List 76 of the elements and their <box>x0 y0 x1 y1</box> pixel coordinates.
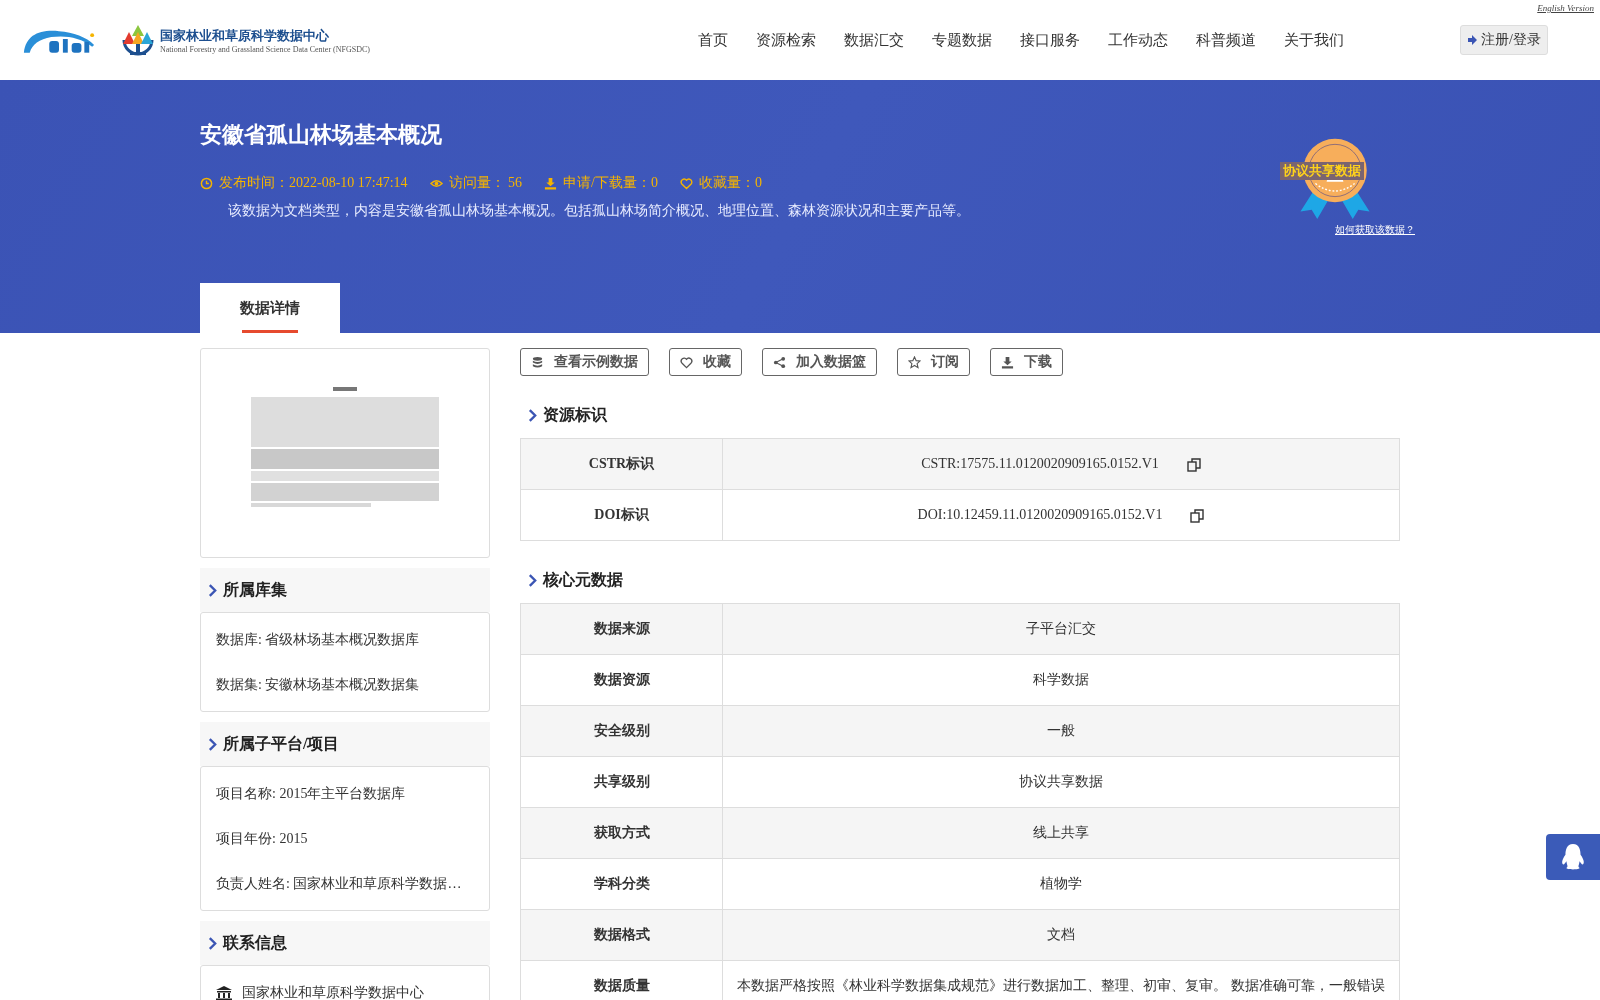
bank-icon <box>216 985 232 1000</box>
info-text: 数据集: 安徽林场基本概况数据集 <box>216 675 420 694</box>
row-label: 数据资源 <box>520 654 723 706</box>
section-title: 所属库集 <box>223 579 287 600</box>
nav-link[interactable]: 资源检索 <box>755 30 816 50</box>
table-cell: 子平台汇交 <box>722 603 1400 655</box>
dataset-title: 安徽省孤山林场基本概况 <box>200 121 443 149</box>
meta-text: 收藏量：0 <box>699 174 762 192</box>
star-icon <box>908 355 921 369</box>
action-button[interactable]: 加入数据篮 <box>762 348 877 376</box>
meta-text: 申请/下载量：0 <box>563 174 658 192</box>
info-text: 数据库: 省级林场基本概况数据库 <box>216 630 420 649</box>
english-version-link[interactable]: English Version <box>1537 3 1594 13</box>
nav-link[interactable]: 关于我们 <box>1283 30 1344 50</box>
chevron-icon <box>208 936 217 950</box>
info-text: 负责人姓名: 国家林业和草原科学数据… <box>216 874 462 893</box>
badge-label: 协议共享数据 <box>1280 162 1364 180</box>
table-cell: 科学数据 <box>722 654 1400 706</box>
table-cell: 协议共享数据 <box>722 756 1400 808</box>
row-label: 学科分类 <box>520 858 723 910</box>
nav-link[interactable]: 接口服务 <box>1019 30 1080 50</box>
nav-link[interactable]: 专题数据 <box>931 30 992 50</box>
action-button[interactable]: 收藏 <box>669 348 742 376</box>
table-cell: 本数据严格按照《林业科学数据集成规范》进行数据加工、整理、初审、复审。 数据准确可靠，一般错误 <box>722 960 1400 1000</box>
nav-link[interactable]: 科普频道 <box>1195 30 1256 50</box>
section-title: 资源标识 <box>543 404 607 425</box>
site-name: 国家林业和草原科学数据中心 <box>160 26 330 45</box>
meta-text: 访问量： 56 <box>448 174 523 192</box>
action-button[interactable]: 查看示例数据 <box>520 348 649 376</box>
tab[interactable]: 数据详情 <box>200 283 340 333</box>
table-cell: 植物学 <box>722 858 1400 910</box>
info-text: 国家林业和草原科学数据中心 <box>242 983 424 1000</box>
nav-link[interactable]: 数据汇交 <box>843 30 904 50</box>
dataset-description: 该数据为文档类型，内容是安徽省孤山林场基本概况。包括孤山林场简介概况、地理位置、森林资源状况和主要产品等。 <box>228 202 971 220</box>
info-text: 项目年份: 2015 <box>216 829 308 848</box>
table-cell: 线上共享 <box>722 807 1400 859</box>
share-icon <box>773 355 786 369</box>
action-button[interactable]: 订阅 <box>897 348 970 376</box>
info-text: 项目名称: 2015年主平台数据库 <box>216 784 406 803</box>
row-label: 数据质量 <box>520 960 723 1000</box>
section-title: 核心元数据 <box>543 569 623 590</box>
copy-icon[interactable] <box>1190 508 1205 523</box>
row-label: 获取方式 <box>520 807 723 859</box>
action-button[interactable]: 下载 <box>990 348 1063 376</box>
section-title: 所属子平台/项目 <box>223 733 340 754</box>
chevron-icon <box>528 573 537 587</box>
table-cell: DOI:10.12459.11.0120020909165.0152.V1 <box>722 489 1400 541</box>
nav-link[interactable]: 工作动态 <box>1107 30 1168 50</box>
table-cell: 一般 <box>722 705 1400 757</box>
copy-icon[interactable] <box>1186 457 1201 472</box>
download-icon <box>1001 355 1014 369</box>
heart-icon <box>680 355 693 369</box>
table-cell: 文档 <box>722 909 1400 961</box>
row-label: DOI标识 <box>520 489 723 541</box>
penguin-icon <box>1560 843 1586 871</box>
chevron-icon <box>208 737 217 751</box>
section-title: 联系信息 <box>223 932 287 953</box>
row-label: CSTR标识 <box>520 438 723 490</box>
chevron-icon <box>528 408 537 422</box>
chevron-icon <box>208 583 217 597</box>
row-label: 数据格式 <box>520 909 723 961</box>
table-cell: CSTR:17575.11.0120020909165.0152.V1 <box>722 438 1400 490</box>
row-label: 安全级别 <box>520 705 723 757</box>
download-icon <box>544 176 558 190</box>
chat-button[interactable] <box>1546 834 1600 880</box>
meta-text: 发布时间：2022-08-10 17:47:14 <box>219 174 408 192</box>
nav-link[interactable]: 首页 <box>697 30 728 50</box>
site-subtitle: National Forestry and Grassland Science Data Center (NFGSDC) <box>160 44 370 54</box>
login-button[interactable]: 注册/登录 <box>1460 25 1548 55</box>
row-label: 数据来源 <box>520 603 723 655</box>
heart-icon <box>680 176 693 190</box>
how-to-get-data-link[interactable]: 如何获取该数据？ <box>1335 223 1415 237</box>
row-label: 共享级别 <box>520 756 723 808</box>
sign-in-icon <box>1467 34 1480 46</box>
clock-icon <box>200 176 213 190</box>
database-icon <box>531 355 544 369</box>
